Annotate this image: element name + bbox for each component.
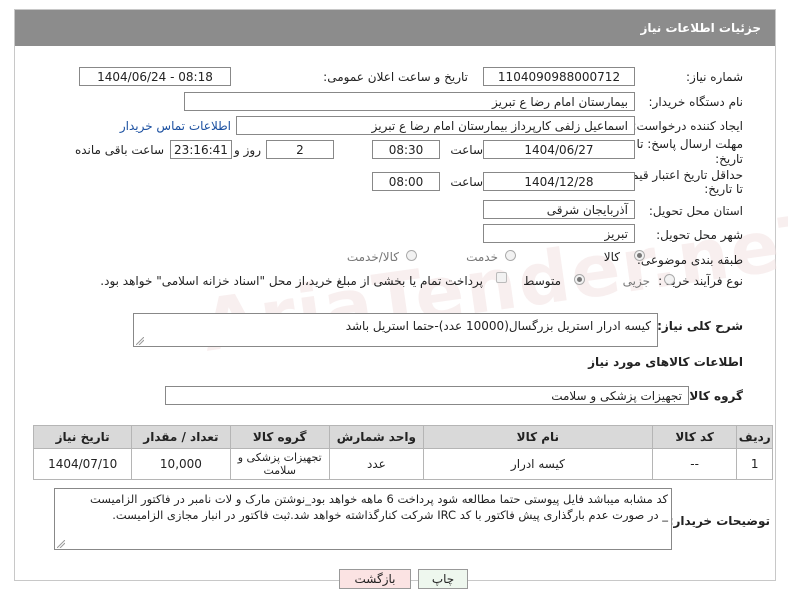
creator-label: ایجاد کننده درخواست: bbox=[632, 119, 743, 133]
goods-section-title: اطلاعات کالاهای مورد نیاز bbox=[588, 355, 743, 369]
back-button[interactable]: بازگشت bbox=[339, 569, 411, 589]
deadline-label-1: مهلت ارسال پاسخ: تا bbox=[636, 137, 743, 151]
deadline-label-2: تاریخ: bbox=[715, 152, 743, 166]
cell-item-code: -- bbox=[651, 448, 738, 480]
col-item-code: کد کالا bbox=[651, 425, 738, 449]
description-textarea[interactable]: کیسه ادرار استریل بزرگسال(10000 عدد)-حتم… bbox=[133, 313, 658, 347]
buyer-notes-line-2: _ در صورت عدم بارگذاری پیش فاکتور با کد … bbox=[112, 508, 668, 522]
category-service-label: خدمت bbox=[466, 250, 498, 264]
cell-item-group: تجهیزات پزشکی و سلامت bbox=[229, 448, 330, 480]
city-field: تبریز bbox=[483, 224, 635, 243]
resize-grip-icon[interactable] bbox=[136, 337, 144, 345]
treasury-payment-note: پرداخت تمام یا بخشی از مبلغ خرید،از محل … bbox=[100, 274, 483, 288]
city-label: شهر محل تحویل: bbox=[656, 228, 743, 242]
process-minor-radio[interactable] bbox=[664, 274, 675, 285]
remaining-label: ساعت باقی مانده bbox=[74, 143, 164, 157]
col-item-group: گروه کالا bbox=[229, 425, 330, 449]
print-button[interactable]: چاپ bbox=[418, 569, 468, 589]
deadline-date-field: 1404/06/27 bbox=[483, 140, 635, 159]
need-number-label: شماره نیاز: bbox=[686, 70, 743, 84]
buyer-notes-line-1: کد مشابه میباشد فایل پیوستی حتما مطالعه … bbox=[89, 492, 668, 506]
price-validity-label-2: تا تاریخ: bbox=[704, 182, 743, 196]
category-goods-radio[interactable] bbox=[634, 250, 645, 261]
deadline-time-field: 08:30 bbox=[372, 140, 440, 159]
price-validity-date-field: 1404/12/28 bbox=[483, 172, 635, 191]
remaining-time-field: 23:16:41 bbox=[170, 140, 232, 159]
goods-group-label: گروه کالا: bbox=[684, 389, 743, 403]
process-minor-label: جزیی bbox=[622, 274, 650, 288]
category-service-radio[interactable] bbox=[505, 250, 516, 261]
days-field: 2 bbox=[266, 140, 334, 159]
price-validity-label-1: حداقل تاریخ اعتبار قیمت: bbox=[616, 168, 743, 182]
col-unit: واحد شمارش bbox=[328, 425, 424, 449]
goods-group-field: تجهیزات پزشکی و سلامت bbox=[165, 386, 689, 405]
cell-row-number: 1 bbox=[736, 448, 773, 480]
cell-unit: عدد bbox=[328, 448, 424, 480]
panel-title: جزئیات اطلاعات نیاز bbox=[640, 21, 761, 35]
col-item-name: نام کالا bbox=[422, 425, 653, 449]
price-validity-time-field: 08:00 bbox=[372, 172, 440, 191]
buyer-notes-label: توضیحات خریدار: bbox=[668, 514, 770, 528]
col-need-date: تاریخ نیاز bbox=[32, 425, 133, 449]
category-goods-service-radio[interactable] bbox=[406, 250, 417, 261]
buyer-notes-textarea[interactable]: کد مشابه میباشد فایل پیوستی حتما مطالعه … bbox=[54, 488, 672, 550]
buyer-org-field: بیمارستان امام رضا ع تبریز bbox=[184, 92, 635, 111]
province-label: استان محل تحویل: bbox=[648, 204, 743, 218]
process-medium-radio[interactable] bbox=[574, 274, 585, 285]
announce-label: تاریخ و ساعت اعلان عمومی: bbox=[323, 70, 468, 84]
description-text: کیسه ادرار استریل بزرگسال(10000 عدد)-حتم… bbox=[345, 319, 651, 333]
items-table: ردیف کد کالا نام کالا واحد شمارش گروه کا… bbox=[32, 425, 773, 480]
panel-header: جزئیات اطلاعات نیاز bbox=[15, 10, 775, 46]
contact-buyer-link[interactable]: اطلاعات تماس خریدار bbox=[120, 119, 231, 133]
col-row-number: ردیف bbox=[736, 425, 773, 449]
cell-quantity: 10,000 bbox=[131, 448, 231, 480]
deadline-time-label: ساعت bbox=[450, 143, 483, 157]
category-goods-service-label: کالا/خدمت bbox=[346, 250, 399, 264]
price-validity-time-label: ساعت bbox=[450, 175, 483, 189]
need-number-field: 1104090988000712 bbox=[483, 67, 635, 86]
resize-grip-icon[interactable] bbox=[57, 540, 65, 548]
items-table-header: ردیف کد کالا نام کالا واحد شمارش گروه کا… bbox=[32, 425, 773, 449]
creator-field: اسماعیل زلفی کارپرداز بیمارستان امام رضا… bbox=[236, 116, 635, 135]
cell-need-date: 1404/07/10 bbox=[32, 448, 133, 480]
cell-item-name: کیسه ادرار bbox=[422, 448, 653, 480]
province-field: آذربایجان شرقی bbox=[483, 200, 635, 219]
category-label: طبقه بندی موضوعی: bbox=[636, 253, 743, 267]
buyer-org-label: نام دستگاه خریدار: bbox=[648, 95, 744, 109]
description-label: شرح کلی نیاز: bbox=[657, 319, 743, 333]
announce-field: 1404/06/24 - 08:18 bbox=[79, 67, 231, 86]
category-goods-label: کالا bbox=[603, 250, 620, 264]
col-quantity: تعداد / مقدار bbox=[131, 425, 231, 449]
treasury-payment-checkbox[interactable] bbox=[496, 272, 507, 283]
process-medium-label: متوسط bbox=[523, 274, 561, 288]
days-label: روز و bbox=[234, 143, 261, 157]
table-row: 1 -- کیسه ادرار عدد تجهیزات پزشکی و سلام… bbox=[32, 448, 773, 480]
